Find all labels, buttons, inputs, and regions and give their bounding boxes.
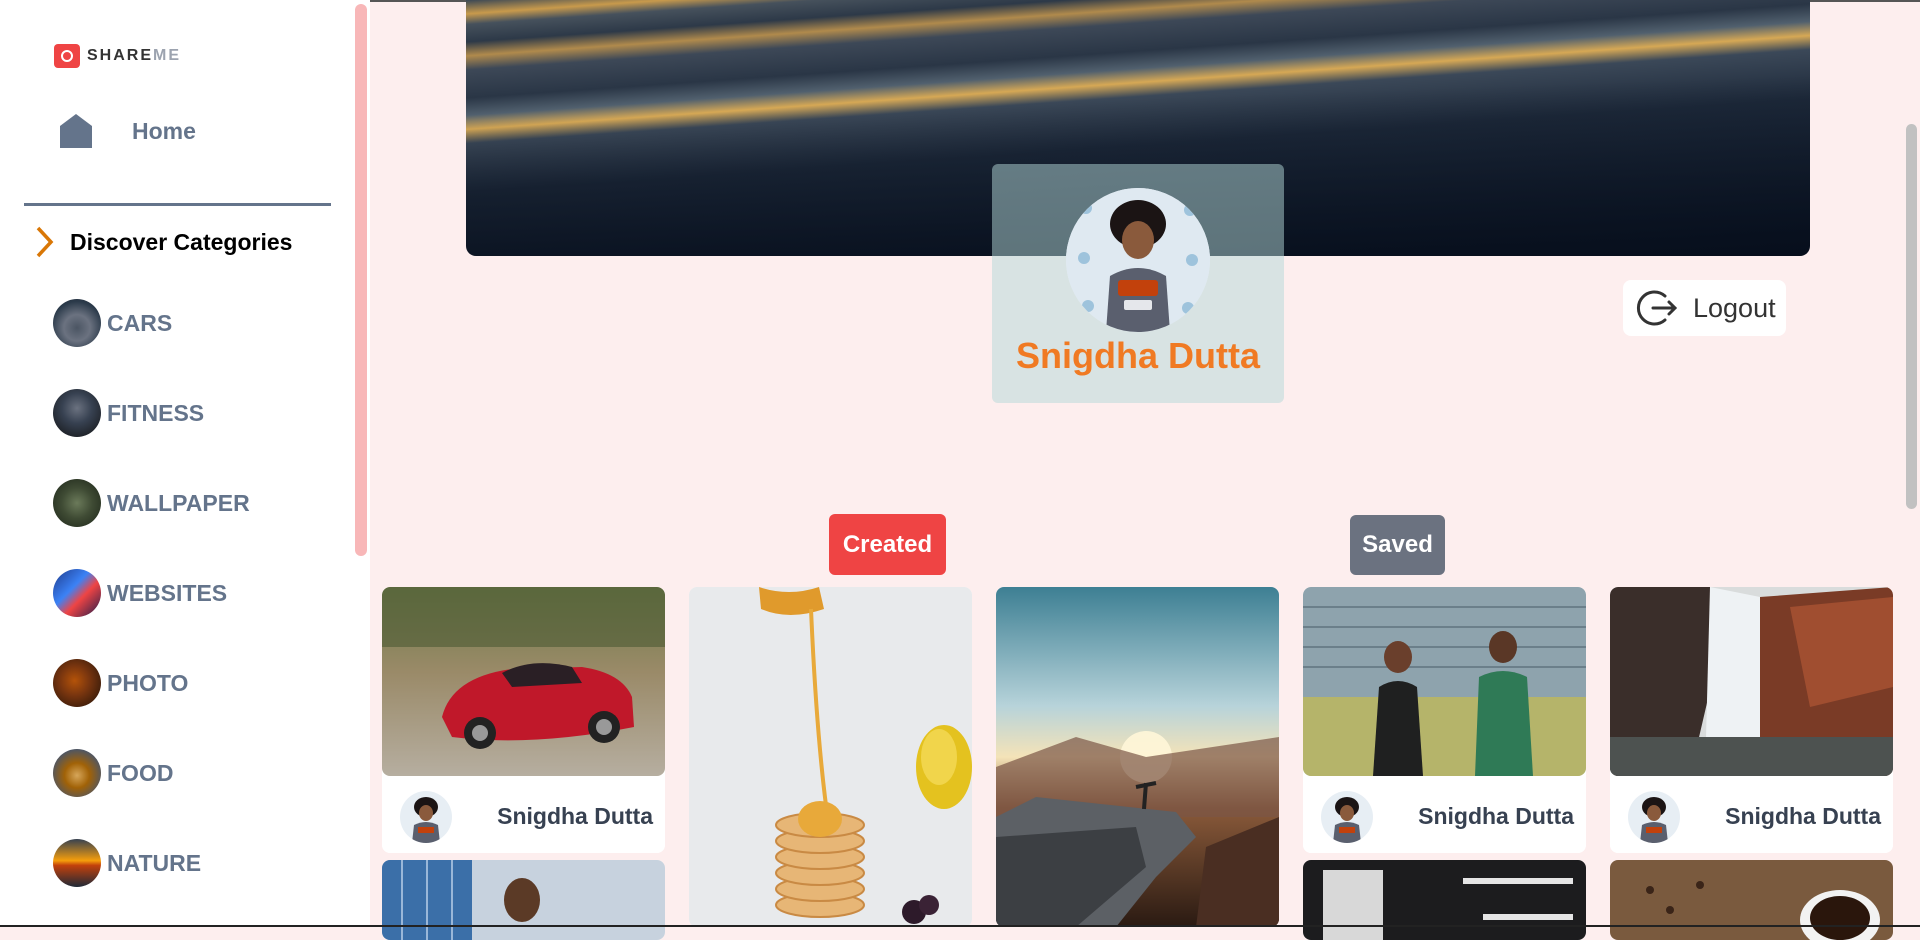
sidebar-item-food[interactable]: FOOD (53, 749, 173, 797)
sidebar-item-fitness[interactable]: FITNESS (53, 389, 204, 437)
sidebar-scrollbar[interactable] (355, 4, 367, 556)
chevron-right-icon (36, 226, 54, 258)
category-label: FITNESS (107, 399, 205, 426)
pin-image-waterfall (1610, 587, 1893, 776)
pin-author-name[interactable]: Snigdha Dutta (1418, 803, 1574, 830)
pin-footer: Snigdha Dutta (382, 781, 665, 853)
pin-card[interactable]: Snigdha Dutta (382, 587, 665, 853)
pin-image-couple-running (1303, 587, 1586, 776)
pin-card[interactable] (996, 587, 1279, 927)
websites-thumbnail-icon (53, 569, 101, 617)
pin-image-dark-room (1303, 860, 1586, 940)
home-icon (60, 114, 92, 148)
user-avatar-image (1066, 188, 1210, 332)
camera-icon (54, 44, 80, 68)
fitness-thumbnail-icon (53, 389, 101, 437)
app-logo[interactable]: SHAREME (54, 44, 181, 68)
saved-tab-button[interactable]: Saved (1350, 515, 1445, 575)
category-label: WEBSITES (107, 579, 228, 606)
pin-footer: Snigdha Dutta (1610, 781, 1893, 853)
pin-author-avatar[interactable] (1628, 791, 1680, 843)
category-label: WALLPAPER (107, 489, 250, 516)
pin-author-name[interactable]: Snigdha Dutta (497, 803, 653, 830)
sidebar-item-home[interactable]: Home (58, 112, 196, 150)
discover-categories-header: Discover Categories (34, 225, 292, 259)
pin-card[interactable] (1610, 860, 1893, 940)
pin-card[interactable]: Snigdha Dutta (1610, 587, 1893, 853)
pin-author-avatar[interactable] (400, 791, 452, 843)
photo-thumbnail-icon (53, 659, 101, 707)
pin-author-name[interactable]: Snigdha Dutta (1725, 803, 1881, 830)
pin-image-building-man (382, 860, 665, 940)
cars-thumbnail-icon (53, 299, 101, 347)
logout-button[interactable]: Logout (1623, 280, 1786, 336)
pin-card[interactable] (689, 587, 972, 927)
profile-user-name: Snigdha Dutta (1016, 335, 1260, 376)
pin-image-red-car (382, 587, 665, 776)
profile-avatar (1066, 188, 1210, 332)
sidebar-item-photo[interactable]: PHOTO (53, 659, 188, 707)
sidebar-item-nature[interactable]: NATURE (53, 839, 201, 887)
discover-categories-label: Discover Categories (70, 228, 293, 255)
wallpaper-thumbnail-icon (53, 479, 101, 527)
pin-image-cliff-sunset (996, 587, 1279, 927)
category-label: CARS (107, 309, 173, 336)
food-thumbnail-icon (53, 749, 101, 797)
sidebar-item-cars[interactable]: CARS (53, 299, 172, 347)
category-label: FOOD (107, 759, 174, 786)
category-label: PHOTO (107, 669, 189, 696)
logout-label: Logout (1693, 292, 1776, 323)
pin-author-avatar[interactable] (1321, 791, 1373, 843)
created-tab-button[interactable]: Created (829, 514, 946, 575)
sidebar-item-label: Home (132, 117, 196, 144)
pin-footer: Snigdha Dutta (1303, 781, 1586, 853)
sidebar-divider (24, 203, 331, 206)
pin-card[interactable]: Snigdha Dutta (1303, 587, 1586, 853)
category-label: NATURE (107, 849, 202, 876)
pin-card[interactable] (1303, 860, 1586, 940)
nature-thumbnail-icon (53, 839, 101, 887)
pin-card[interactable] (382, 860, 665, 940)
pin-image-pancakes (689, 587, 972, 927)
sidebar: SHAREME Home Discover Categories CARS FI… (0, 0, 370, 927)
sidebar-item-wallpaper[interactable]: WALLPAPER (53, 479, 250, 527)
pin-image-coffee (1610, 860, 1893, 940)
logo-text: SHAREME (87, 47, 182, 64)
main-scrollbar[interactable] (1906, 124, 1917, 509)
sidebar-item-websites[interactable]: WEBSITES (53, 569, 227, 617)
logout-icon (1636, 290, 1678, 326)
